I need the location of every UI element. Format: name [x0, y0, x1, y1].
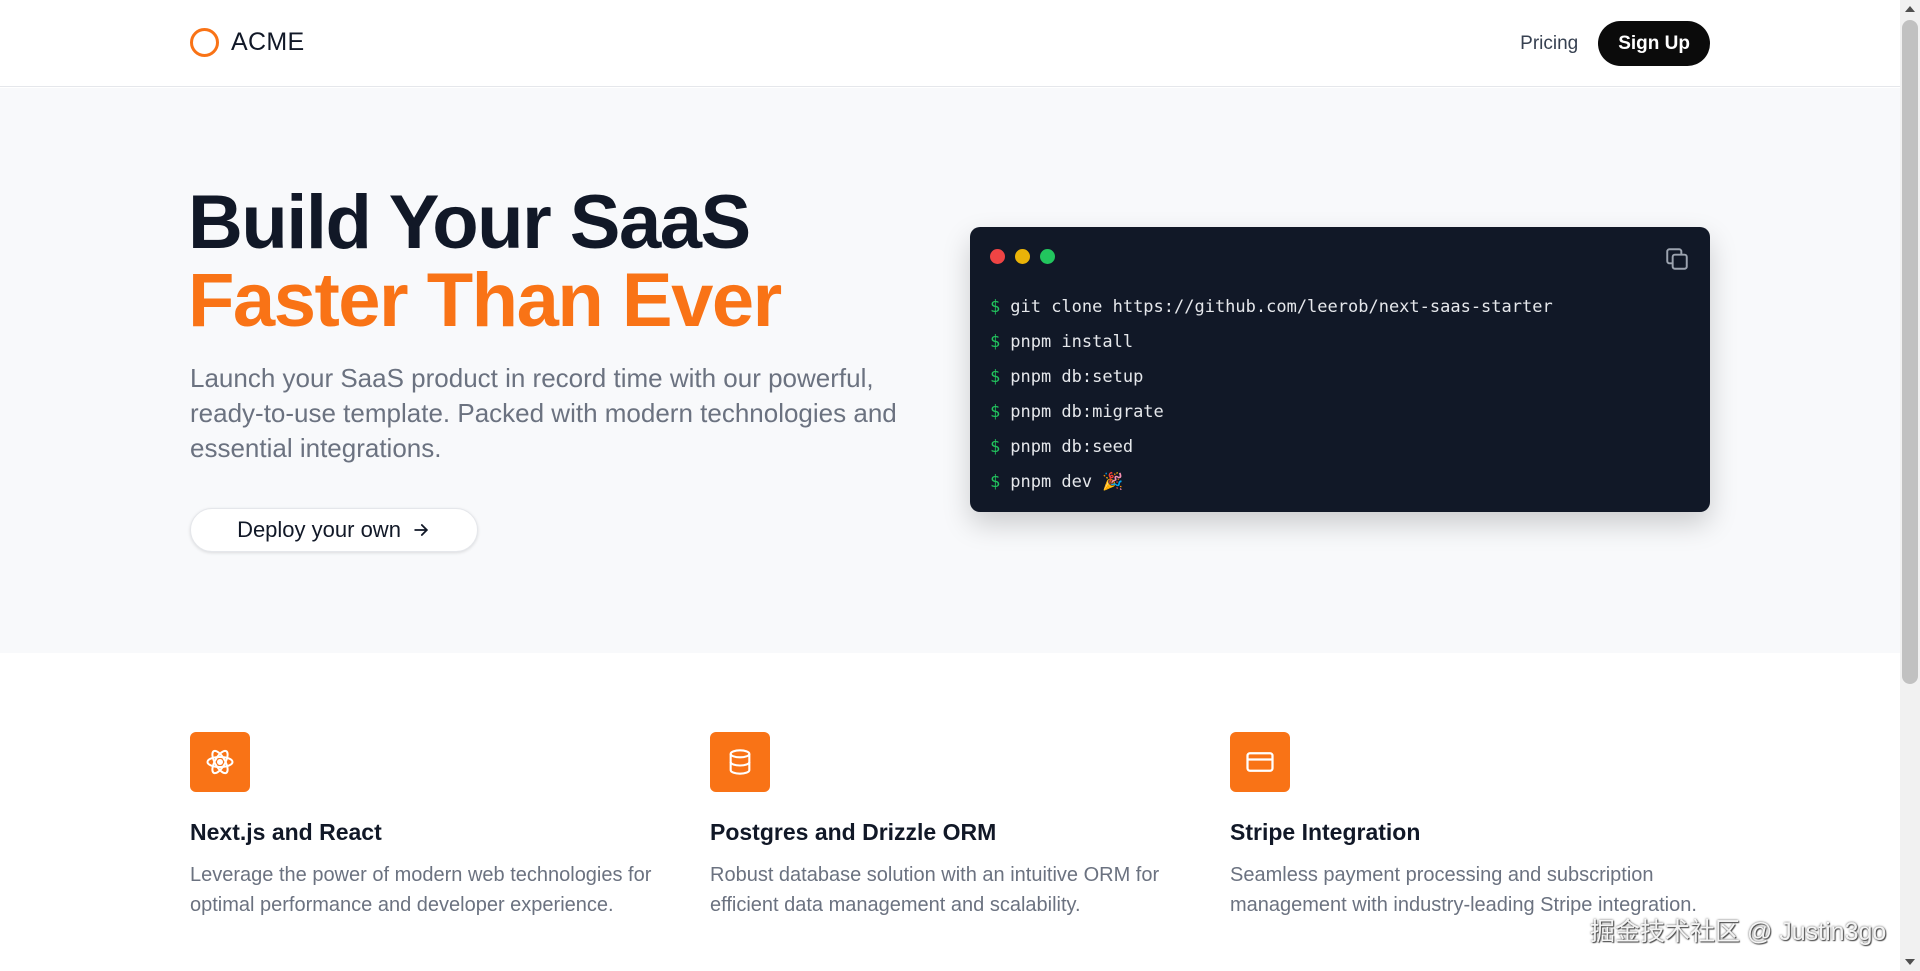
database-icon [729, 749, 751, 775]
feature-icon-tile [1230, 732, 1290, 792]
feature-card-postgres: Postgres and Drizzle ORM Robust database… [710, 732, 1190, 920]
sign-up-button[interactable]: Sign Up [1598, 21, 1710, 66]
terminal-command: pnpm dev 🎉 [1010, 471, 1124, 492]
deploy-button-label: Deploy your own [237, 517, 401, 542]
hero-title-line2: Faster Than Ever [188, 258, 782, 343]
terminal-line: $ pnpm install [990, 324, 1553, 359]
terminal-command: pnpm db:migrate [1010, 401, 1164, 422]
terminal-line: $ pnpm db:seed [990, 429, 1553, 464]
arrow-right-icon [414, 524, 428, 536]
deploy-button[interactable]: Deploy your own [190, 508, 478, 552]
terminal-prompt: $ [990, 331, 1001, 352]
vertical-scrollbar[interactable] [1900, 0, 1920, 971]
copy-icon[interactable] [1664, 246, 1690, 272]
terminal-command: pnpm db:setup [1010, 366, 1144, 387]
terminal-prompt: $ [990, 366, 1001, 387]
logo[interactable]: ACME [190, 28, 304, 57]
terminal-close-dot [990, 249, 1005, 264]
feature-title: Next.js and React [190, 819, 382, 845]
terminal-prompt: $ [990, 471, 1001, 492]
feature-description: Robust database solution with an intuiti… [710, 864, 1160, 916]
credit-card-icon [1246, 752, 1274, 772]
feature-title: Stripe Integration [1230, 819, 1421, 845]
terminal-prompt: $ [990, 436, 1001, 457]
scrollbar-thumb[interactable] [1902, 20, 1918, 684]
site-header: ACME Pricing Sign Up [0, 0, 1900, 87]
hero-description: Launch your SaaS product in record time … [190, 363, 897, 463]
scroll-down-arrow-icon[interactable] [1905, 959, 1915, 965]
terminal-prompt: $ [990, 296, 1001, 317]
terminal-line: $ git clone https://github.com/leerob/nex… [990, 289, 1553, 324]
feature-card-stripe: Stripe Integration Seamless payment proc… [1230, 732, 1710, 920]
logo-circle-icon [190, 28, 219, 57]
terminal-line: $ pnpm dev 🎉 [990, 464, 1553, 499]
scroll-up-arrow-icon[interactable] [1905, 6, 1915, 12]
feature-icon-tile [710, 732, 770, 792]
terminal-window: $ git clone https://github.com/leerob/nex… [970, 227, 1710, 512]
feature-icon-tile [190, 732, 250, 792]
terminal-command: pnpm install [1010, 331, 1134, 352]
nav-pricing-link[interactable]: Pricing [1520, 33, 1578, 55]
feature-description: Leverage the power of modern web technol… [190, 864, 652, 916]
watermark: 掘金技术社区 @ Justin3go [1590, 918, 1887, 946]
react-atom-icon [206, 749, 234, 775]
page: ACME Pricing Sign Up Build Your SaaS Fas… [0, 0, 1920, 971]
terminal-line: $ pnpm db:migrate [990, 394, 1553, 429]
main-nav: Pricing Sign Up [1520, 21, 1710, 66]
hero-title-line1: Build Your SaaS [188, 180, 751, 265]
feature-description: Seamless payment processing and subscrip… [1230, 864, 1697, 916]
terminal-command: git clone https://github.com/leerob/next… [1010, 296, 1553, 317]
hero-section: Build Your SaaS Faster Than Ever Launch … [0, 88, 1900, 653]
terminal-line: $ pnpm db:setup [990, 359, 1553, 394]
terminal-commands: $ git clone https://github.com/leerob/nex… [990, 289, 1553, 499]
terminal-minimize-dot [1015, 249, 1030, 264]
logo-text: ACME [231, 28, 305, 56]
terminal-prompt: $ [990, 401, 1001, 422]
terminal-command: pnpm db:seed [1010, 436, 1134, 457]
feature-card-nextjs: Next.js and React Leverage the power of … [190, 732, 670, 920]
feature-title: Postgres and Drizzle ORM [710, 819, 997, 845]
terminal-maximize-dot [1040, 249, 1055, 264]
